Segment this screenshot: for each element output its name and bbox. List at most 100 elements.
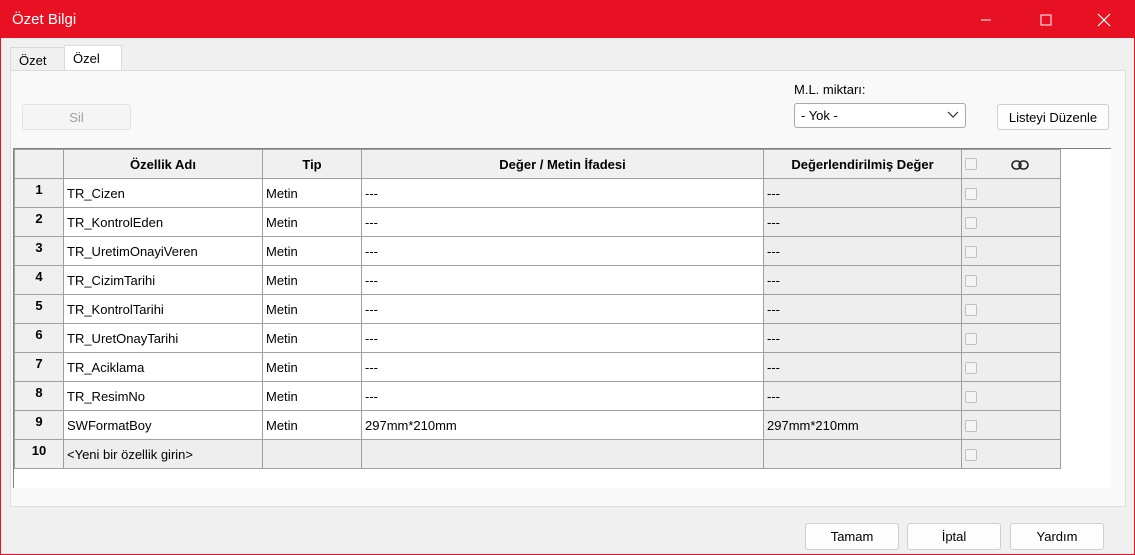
edit-list-button[interactable]: Listeyi Düzenle bbox=[997, 104, 1109, 130]
link-checkbox[interactable] bbox=[965, 217, 977, 230]
tab-ozet[interactable]: Özet bbox=[10, 47, 65, 71]
dialog-window: Özet Bilgi Özet Özel Sil M.L. miktarı: -… bbox=[0, 0, 1135, 555]
help-button[interactable]: Yardım bbox=[1010, 523, 1104, 550]
property-value-cell[interactable]: --- bbox=[361, 323, 764, 353]
table-row[interactable]: 8 TR_ResimNo Metin --- --- bbox=[14, 381, 1061, 411]
evaluated-value-cell: 297mm*210mm bbox=[763, 410, 962, 440]
tab-ozel[interactable]: Özel bbox=[64, 45, 122, 71]
property-value-cell[interactable]: --- bbox=[361, 265, 764, 295]
table-row[interactable]: 10 <Yeni bir özellik girin> bbox=[14, 439, 1061, 469]
property-type-cell[interactable] bbox=[262, 439, 362, 469]
evaluated-value-cell: --- bbox=[763, 265, 962, 295]
link-checkbox-cell bbox=[961, 294, 1061, 324]
table-row[interactable]: 3 TR_UretimOnayiVeren Metin --- --- bbox=[14, 236, 1061, 266]
link-checkbox-cell bbox=[961, 352, 1061, 382]
header-evaluated[interactable]: Değerlendirilmiş Değer bbox=[763, 149, 962, 179]
link-checkbox[interactable] bbox=[965, 333, 977, 346]
tab-label: Özet bbox=[19, 53, 47, 68]
property-value-cell[interactable] bbox=[361, 439, 764, 469]
property-name-cell[interactable]: TR_UretOnayTarihi bbox=[63, 323, 263, 353]
property-name-cell[interactable]: TR_CizimTarihi bbox=[63, 265, 263, 295]
link-checkbox[interactable] bbox=[965, 304, 977, 317]
link-icon bbox=[1011, 160, 1029, 170]
table-row[interactable]: 5 TR_KontrolTarihi Metin --- --- bbox=[14, 294, 1061, 324]
property-type-cell[interactable]: Metin bbox=[262, 207, 362, 237]
evaluated-value-cell: --- bbox=[763, 323, 962, 353]
window-title: Özet Bilgi bbox=[12, 11, 77, 28]
property-name-cell[interactable]: TR_Cizen bbox=[63, 178, 263, 208]
property-name-cell[interactable]: TR_Aciklama bbox=[63, 352, 263, 382]
table-row[interactable]: 1 TR_Cizen Metin --- --- bbox=[14, 178, 1061, 208]
row-number: 3 bbox=[14, 236, 64, 266]
property-type-cell[interactable]: Metin bbox=[262, 410, 362, 440]
header-type[interactable]: Tip bbox=[262, 149, 362, 179]
property-type-cell[interactable]: Metin bbox=[262, 236, 362, 266]
evaluated-value-cell: --- bbox=[763, 381, 962, 411]
link-checkbox[interactable] bbox=[965, 420, 977, 433]
link-checkbox[interactable] bbox=[965, 188, 977, 201]
link-checkbox-cell bbox=[961, 410, 1061, 440]
property-value-cell[interactable]: --- bbox=[361, 294, 764, 324]
link-checkbox[interactable] bbox=[965, 391, 977, 404]
property-type-cell[interactable]: Metin bbox=[262, 178, 362, 208]
property-value-cell[interactable]: --- bbox=[361, 178, 764, 208]
property-type-cell[interactable]: Metin bbox=[262, 352, 362, 382]
row-number: 7 bbox=[14, 352, 64, 382]
row-number: 4 bbox=[14, 265, 64, 295]
evaluated-value-cell: --- bbox=[763, 352, 962, 382]
property-name-cell[interactable]: TR_KontrolTarihi bbox=[63, 294, 263, 324]
close-button[interactable] bbox=[1081, 1, 1127, 38]
link-checkbox-cell bbox=[961, 381, 1061, 411]
row-number: 1 bbox=[14, 178, 64, 208]
title-bar[interactable]: Özet Bilgi bbox=[1, 1, 1134, 38]
link-checkbox-cell bbox=[961, 178, 1061, 208]
cancel-button[interactable]: İptal bbox=[907, 523, 1001, 550]
table-row[interactable]: 9 SWFormatBoy Metin 297mm*210mm 297mm*210mm bbox=[14, 410, 1061, 440]
property-name-cell[interactable]: TR_ResimNo bbox=[63, 381, 263, 411]
property-value-cell[interactable]: --- bbox=[361, 236, 764, 266]
header-value[interactable]: Değer / Metin İfadesi bbox=[361, 149, 764, 179]
property-type-cell[interactable]: Metin bbox=[262, 265, 362, 295]
header-name[interactable]: Özellik Adı bbox=[63, 149, 263, 179]
property-name-cell[interactable]: TR_KontrolEden bbox=[63, 207, 263, 237]
table-row[interactable]: 6 TR_UretOnayTarihi Metin --- --- bbox=[14, 323, 1061, 353]
property-name-cell[interactable]: <Yeni bir özellik girin> bbox=[63, 439, 263, 469]
property-value-cell[interactable]: --- bbox=[361, 207, 764, 237]
evaluated-value-cell: --- bbox=[763, 236, 962, 266]
link-checkbox[interactable] bbox=[965, 449, 977, 462]
property-value-cell[interactable]: --- bbox=[361, 352, 764, 382]
maximize-button[interactable] bbox=[1023, 1, 1069, 38]
properties-grid: Özellik Adı Tip Değer / Metin İfadesi De… bbox=[13, 148, 1111, 488]
row-number: 2 bbox=[14, 207, 64, 237]
property-type-cell[interactable]: Metin bbox=[262, 381, 362, 411]
select-all-checkbox[interactable] bbox=[965, 158, 977, 170]
grid-header-row: Özellik Adı Tip Değer / Metin İfadesi De… bbox=[14, 149, 1061, 179]
property-type-cell[interactable]: Metin bbox=[262, 294, 362, 324]
link-checkbox-cell bbox=[961, 265, 1061, 295]
delete-button[interactable]: Sil bbox=[22, 104, 131, 130]
table-row[interactable]: 2 TR_KontrolEden Metin --- --- bbox=[14, 207, 1061, 237]
maximize-icon bbox=[1040, 14, 1052, 25]
property-value-cell[interactable]: 297mm*210mm bbox=[361, 410, 764, 440]
close-icon bbox=[1097, 13, 1111, 26]
minimize-button[interactable] bbox=[963, 1, 1009, 38]
link-checkbox-cell bbox=[961, 236, 1061, 266]
property-value-cell[interactable]: --- bbox=[361, 381, 764, 411]
ml-select[interactable]: - Yok - bbox=[794, 103, 966, 128]
link-checkbox[interactable] bbox=[965, 275, 977, 288]
table-row[interactable]: 7 TR_Aciklama Metin --- --- bbox=[14, 352, 1061, 382]
link-checkbox-cell bbox=[961, 439, 1061, 469]
property-name-cell[interactable]: SWFormatBoy bbox=[63, 410, 263, 440]
ml-label: M.L. miktarı: bbox=[794, 82, 866, 97]
header-corner bbox=[14, 149, 64, 179]
link-checkbox[interactable] bbox=[965, 246, 977, 259]
ok-button[interactable]: Tamam bbox=[805, 523, 899, 550]
header-link[interactable] bbox=[961, 149, 1061, 179]
row-number: 5 bbox=[14, 294, 64, 324]
property-type-cell[interactable]: Metin bbox=[262, 323, 362, 353]
link-checkbox[interactable] bbox=[965, 362, 977, 375]
row-number: 8 bbox=[14, 381, 64, 411]
row-number: 9 bbox=[14, 410, 64, 440]
property-name-cell[interactable]: TR_UretimOnayiVeren bbox=[63, 236, 263, 266]
table-row[interactable]: 4 TR_CizimTarihi Metin --- --- bbox=[14, 265, 1061, 295]
